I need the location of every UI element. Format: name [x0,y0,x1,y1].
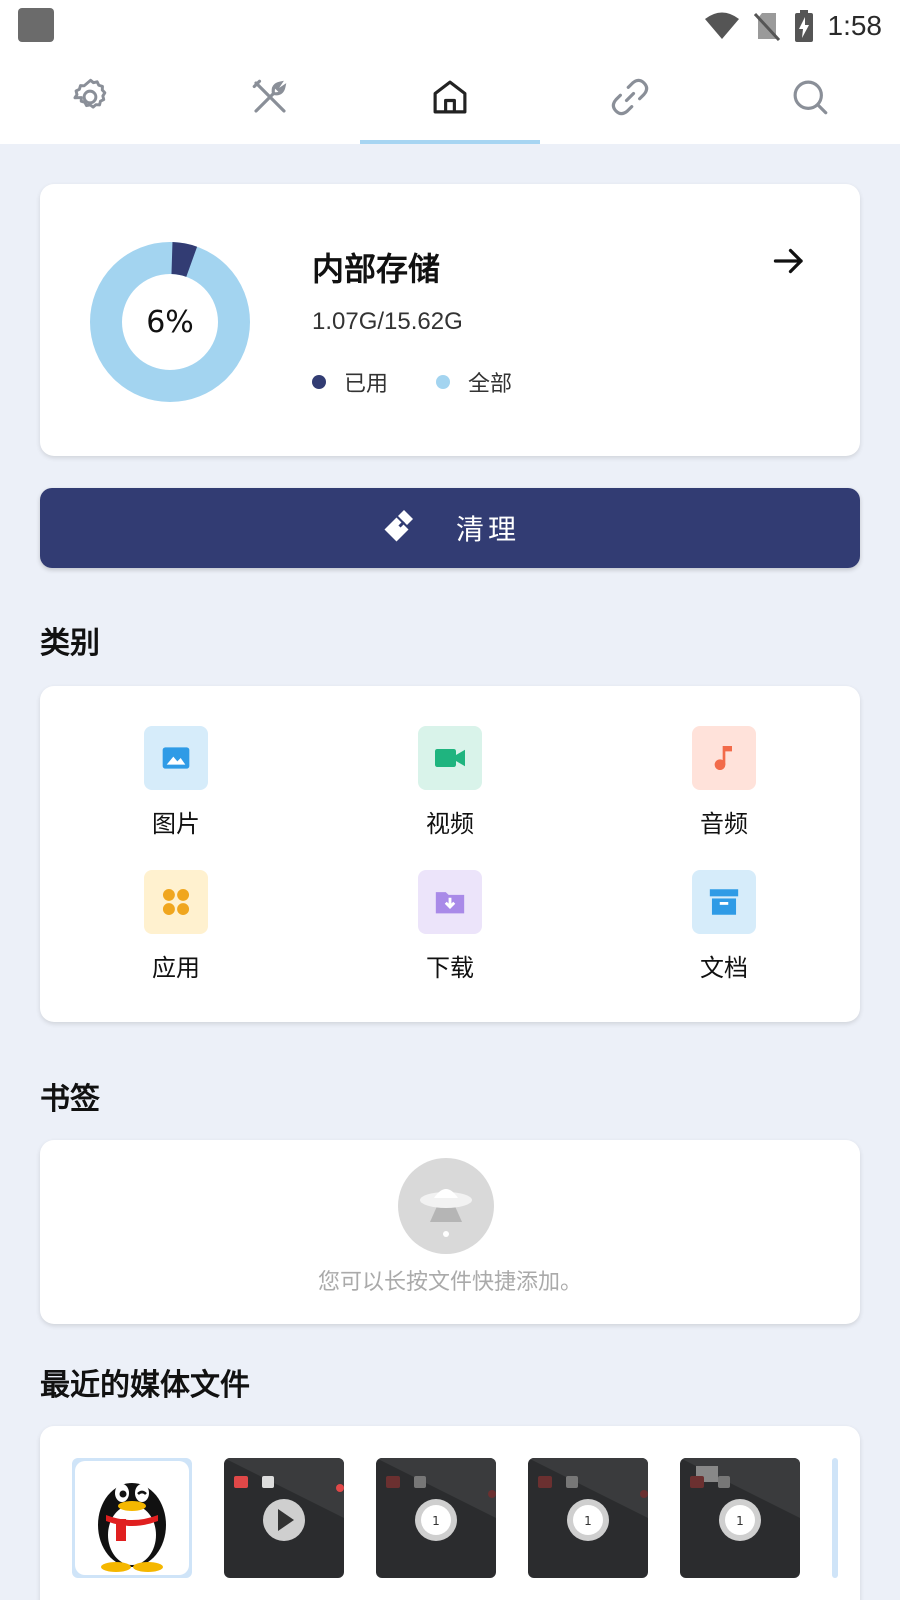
category-apps-icon-bg [144,870,208,934]
category-documents[interactable]: 文档 [664,870,784,990]
tab-search[interactable] [720,50,900,144]
category-documents-icon-bg [692,870,756,934]
tab-link[interactable] [540,50,720,144]
arrow-right-icon [773,248,803,274]
tools-icon [252,79,287,113]
tab-home[interactable] [360,50,540,144]
qq-penguin-icon [98,1483,166,1572]
download-folder-icon [435,892,465,914]
recent-media-heading: 最近的媒体文件 [40,1368,250,1403]
legend-used-dot [312,375,326,389]
legend-used: 已用 [312,366,388,398]
category-documents-label: 文档 [700,954,748,982]
home-icon [433,80,467,114]
category-audio-label: 音频 [700,810,748,838]
media-thumbnail-video[interactable] [224,1458,344,1578]
media-thumbnail-partial[interactable] [832,1458,838,1578]
legend-total: 全部 [436,366,512,398]
apps-icon [162,888,190,916]
category-apps[interactable]: 应用 [116,870,236,990]
category-audio-icon-bg [692,726,756,790]
top-tab-bar [0,50,900,144]
status-icons: 1:58 [704,6,883,46]
status-time: 1:58 [827,10,883,41]
storage-open-button[interactable] [764,236,814,286]
ufo-empty-icon [398,1158,494,1254]
music-icon [714,746,732,770]
categories-heading: 类别 [40,626,100,661]
recent-media-card: 1 1 1 [40,1426,860,1600]
category-videos-icon-bg [418,726,482,790]
bookmarks-card: 您可以长按文件快捷添加。 [40,1140,860,1324]
search-icon [793,80,828,115]
svg-text:1: 1 [432,1514,440,1528]
svg-text:1: 1 [736,1514,744,1528]
broom-icon [384,510,413,542]
category-images-label: 图片 [152,810,200,838]
bookmarks-heading: 书签 [40,1082,100,1117]
media-thumbnail-qq[interactable] [72,1458,192,1578]
clean-button[interactable]: 清理 [40,488,860,568]
tab-tools[interactable] [180,50,360,144]
tab-settings[interactable] [0,50,180,144]
status-bar: 1:58 [0,0,900,50]
legend-total-dot [436,375,451,389]
legend-used-label: 已用 [344,372,389,397]
legend-total-label: 全部 [468,372,513,397]
media-thumbnail-screenshot[interactable]: 1 [680,1458,800,1578]
svg-text:1: 1 [584,1514,592,1528]
no-sim-icon [753,12,780,41]
bookmarks-empty-text: 您可以长按文件快捷添加。 [317,1270,582,1295]
wifi-icon [704,12,739,39]
media-thumbnail-screenshot[interactable]: 1 [528,1458,648,1578]
link-icon [611,78,649,116]
category-downloads-icon-bg [418,870,482,934]
image-icon [162,747,190,769]
category-images-icon-bg [144,726,208,790]
categories-card: 图片 视频 音频 应用 下载 文档 [40,686,860,1022]
storage-size: 1.07G/15.62G [312,308,463,335]
storage-percent: 6% [146,304,194,340]
storage-title: 内部存储 [312,250,441,288]
category-audio[interactable]: 音频 [664,726,784,846]
category-images[interactable]: 图片 [116,726,236,846]
category-videos[interactable]: 视频 [390,726,510,846]
category-downloads[interactable]: 下载 [390,870,510,990]
internal-storage-card[interactable]: 6% 内部存储 1.07G/15.62G 已用 全部 [40,184,860,456]
category-videos-label: 视频 [426,810,474,838]
battery-charging-icon [794,10,813,42]
app-placeholder-icon [18,8,54,42]
gear-icon [73,78,107,109]
archive-icon [709,889,739,915]
category-apps-label: 应用 [152,954,200,982]
media-thumbnail-screenshot[interactable]: 1 [376,1458,496,1578]
category-downloads-label: 下载 [426,954,474,982]
video-icon [435,749,465,767]
clean-button-label: 清理 [455,513,520,546]
storage-legend: 已用 全部 [312,366,560,398]
